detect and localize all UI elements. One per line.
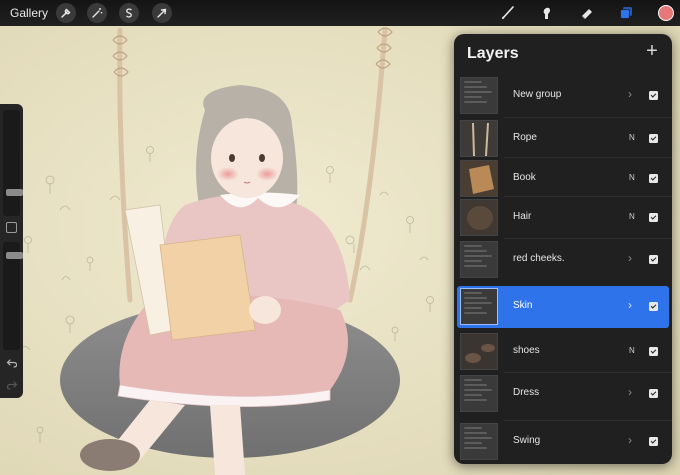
layer-thumbnail [460,120,498,157]
brush-icon [502,6,514,19]
layer-row[interactable]: New group › [457,75,669,117]
layers-button[interactable] [616,3,636,23]
chevron-right-icon[interactable]: › [628,251,632,265]
layer-name: Rope [513,132,537,143]
smudge-icon [543,7,550,19]
layer-row[interactable]: Hair N [457,197,669,239]
layer-row[interactable]: Dress › [457,373,669,415]
blend-mode-button[interactable]: N [629,346,635,355]
blend-mode-button[interactable]: N [629,173,635,182]
chevron-right-icon[interactable]: › [628,385,632,399]
layer-thumbnail [460,241,498,278]
undo-icon[interactable] [4,355,19,370]
layer-row[interactable]: shoes N [457,331,669,373]
layer-thumbnail [460,199,498,236]
layer-row[interactable]: Rope N [457,118,669,160]
layer-thumbnail [460,77,498,114]
color-swatch-button[interactable] [658,5,674,21]
eraser-icon [581,9,592,20]
chevron-right-icon[interactable]: › [628,87,632,101]
wrench-icon [61,8,71,18]
layer-thumbnail [460,160,498,197]
opacity-thumb[interactable] [6,252,23,259]
visibility-checkbox[interactable] [649,437,658,446]
visibility-checkbox[interactable] [649,91,658,100]
layer-thumbnail [460,423,498,460]
layer-thumbnail [460,288,498,325]
visibility-checkbox[interactable] [649,134,658,143]
visibility-checkbox[interactable] [649,174,658,183]
eraser-button[interactable] [577,3,597,23]
layer-row[interactable]: red cheeks. › [457,239,669,281]
layer-name: red cheeks. [513,253,565,264]
brush-size-slider[interactable] [3,110,23,216]
blend-mode-button[interactable]: N [629,133,635,142]
paint-button[interactable] [498,3,518,23]
left-sidebar [0,104,23,398]
layer-name: New group [513,89,562,100]
actions-button[interactable] [56,3,76,23]
transform-button[interactable] [152,3,172,23]
layers-panel-title: Layers [467,45,519,62]
selection-s-icon [126,8,132,18]
layer-name: Dress [513,387,540,398]
layer-name: Book [513,172,536,183]
opacity-slider[interactable] [3,242,23,350]
visibility-checkbox[interactable] [649,302,658,311]
chevron-right-icon[interactable]: › [628,298,632,312]
visibility-checkbox[interactable] [649,255,658,264]
layers-icon [620,7,632,19]
visibility-checkbox[interactable] [649,347,658,356]
adjustments-button[interactable] [87,3,107,23]
blend-mode-button[interactable]: N [629,212,635,221]
gallery-button[interactable]: Gallery [10,6,48,20]
visibility-checkbox[interactable] [649,389,658,398]
layer-row[interactable]: Book N [457,158,669,200]
chevron-right-icon[interactable]: › [628,433,632,447]
layer-name: Swing [513,435,541,446]
layer-thumbnail [460,333,498,370]
selection-button[interactable] [119,3,139,23]
plus-icon: + [646,40,658,62]
layers-panel: Layers + New group › Rope N Book N Hair Nred ch… [454,34,672,464]
smudge-button[interactable] [537,3,557,23]
layer-row[interactable]: Swing › [457,421,669,463]
arrow-cursor-icon [157,8,167,18]
top-toolbar: Gallery [0,0,680,26]
modify-button[interactable] [6,222,17,233]
brush-size-thumb[interactable] [6,189,23,196]
layer-row[interactable]: Skin › [457,286,669,328]
layer-name: Hair [513,211,532,222]
redo-icon[interactable] [4,377,19,392]
magic-wand-icon [92,8,103,18]
layer-name: shoes [513,345,540,356]
visibility-checkbox[interactable] [649,213,658,222]
layer-thumbnail [460,375,498,412]
add-layer-button[interactable]: + [642,40,662,62]
layer-name: Skin [513,300,533,311]
